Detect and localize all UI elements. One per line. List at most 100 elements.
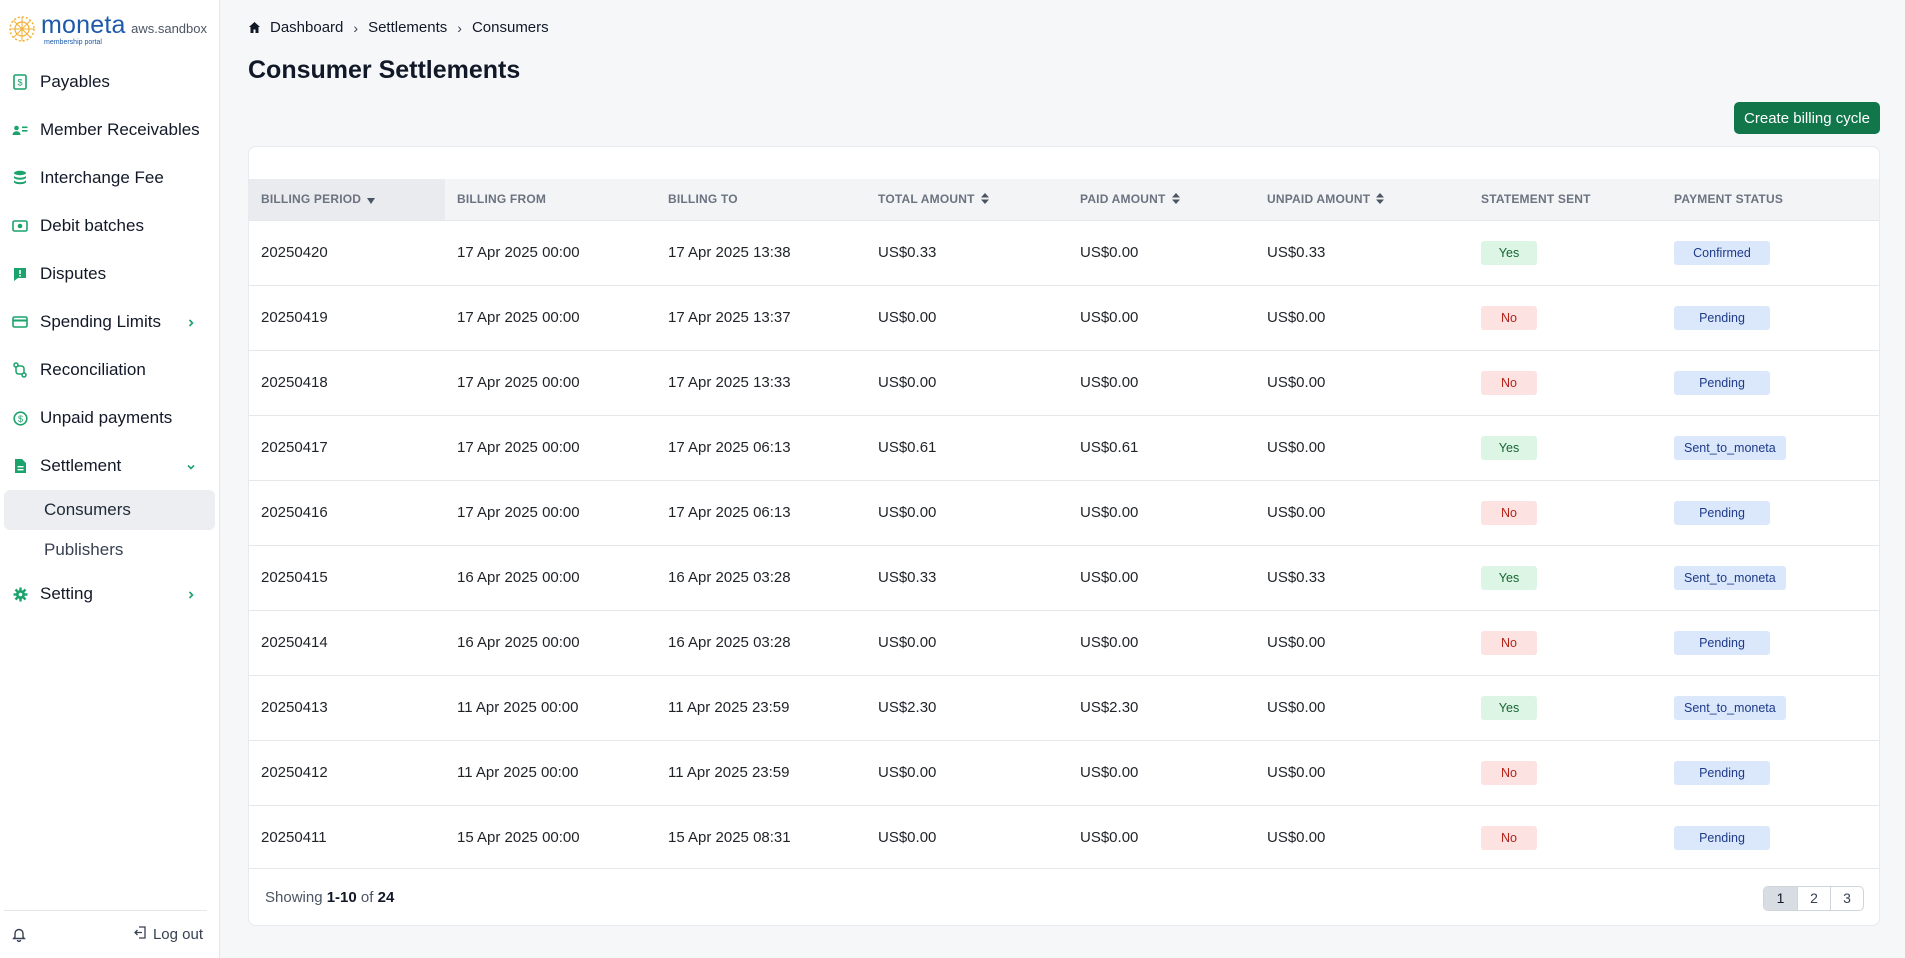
table-cell: 17 Apr 2025 06:13: [668, 439, 791, 456]
table-cell: 17 Apr 2025 13:33: [668, 374, 791, 391]
payment-status-cell: Pending: [1662, 610, 1879, 675]
column-header-paid-amount[interactable]: PAID AMOUNT: [1068, 179, 1255, 220]
table-footer: Showing 1-10 of 24 123: [249, 868, 1879, 925]
sidebar-item-member-receivables[interactable]: Member Receivables: [0, 106, 219, 154]
payment-status-cell: Sent_to_moneta: [1662, 675, 1879, 740]
sidebar-item-label: Interchange Fee: [40, 168, 164, 187]
table-row[interactable]: 20250419 17 Apr 2025 00:00 17 Apr 2025 13:…: [249, 285, 1879, 350]
table-row[interactable]: 20250415 16 Apr 2025 00:00 16 Apr 2025 03:…: [249, 545, 1879, 610]
table-cell: 15 Apr 2025 00:00: [457, 829, 580, 847]
column-header-billing-from: BILLING FROM: [457, 192, 547, 207]
sort-icon: [980, 192, 989, 207]
table-cell: 20250417: [261, 439, 328, 456]
svg-text:$: $: [17, 414, 22, 424]
table-row[interactable]: 20250417 17 Apr 2025 00:00 17 Apr 2025 06:…: [249, 415, 1879, 480]
sidebar-item-spending-limits[interactable]: Spending Limits: [0, 298, 219, 346]
sidebar-item-label: Disputes: [40, 264, 107, 283]
table-row[interactable]: 20250411 15 Apr 2025 00:00 15 Apr 2025 08:…: [249, 805, 1879, 870]
status-badge: Confirmed: [1674, 240, 1770, 265]
table-cell: US$0.00: [1080, 634, 1139, 651]
column-header-billing-to: BILLING TO: [668, 192, 738, 207]
table-cell: US$0.00: [1080, 244, 1139, 261]
sidebar-item-unpaid-payments[interactable]: $ Unpaid payments: [0, 394, 219, 442]
home-icon[interactable]: [248, 21, 261, 34]
table-cell: 20250419: [261, 309, 328, 326]
table-cell: US$0.00: [1267, 309, 1326, 326]
sidebar-item-debit-batches[interactable]: Debit batches: [0, 202, 219, 250]
page-button-1[interactable]: 1: [1764, 887, 1797, 910]
statement-sent-cell: Yes: [1469, 220, 1662, 285]
sidebar-item-label: Reconciliation: [40, 360, 146, 379]
members-icon: [12, 122, 28, 138]
table-row[interactable]: 20250414 16 Apr 2025 00:00 16 Apr 2025 03:…: [249, 610, 1879, 675]
sidebar-item-disputes[interactable]: Disputes: [0, 250, 219, 298]
table-cell: 17 Apr 2025 00:00: [457, 309, 580, 326]
breadcrumb: Dashboard › Settlements › Consumers: [248, 19, 549, 36]
sidebar-item-setting[interactable]: Setting: [0, 570, 219, 618]
brand-subtitle: membership portal: [44, 38, 102, 46]
statement-sent-cell: No: [1469, 285, 1662, 350]
table-cell: US$0.00: [878, 829, 937, 847]
statement-sent-cell: Yes: [1469, 415, 1662, 480]
breadcrumb-separator-icon: ›: [457, 19, 462, 36]
table-row[interactable]: 20250413 11 Apr 2025 00:00 11 Apr 2025 23:…: [249, 675, 1879, 740]
table-cell: US$0.00: [1267, 699, 1326, 716]
logout-label: Log out: [152, 926, 203, 943]
sidebar-subitem-consumers[interactable]: Consumers: [4, 490, 215, 530]
svg-text:$: $: [17, 78, 22, 88]
sidebar-subitem-publishers[interactable]: Publishers: [4, 530, 215, 570]
sidebar-nav-settings: Setting: [0, 570, 219, 618]
bell-icon[interactable]: [12, 927, 28, 943]
table-row[interactable]: 20250420 17 Apr 2025 00:00 17 Apr 2025 13:…: [249, 220, 1879, 285]
sidebar-item-payables[interactable]: $ Payables: [0, 58, 219, 106]
payment-status-cell: Pending: [1662, 740, 1879, 805]
statement-sent-badge: No: [1481, 630, 1537, 655]
table-row[interactable]: 20250418 17 Apr 2025 00:00 17 Apr 2025 13:…: [249, 350, 1879, 415]
payment-status-cell: Pending: [1662, 285, 1879, 350]
sidebar-footer: Log out: [4, 910, 207, 958]
invoice-icon: $: [12, 74, 28, 90]
status-badge: Pending: [1674, 630, 1770, 655]
alert-message-icon: [12, 266, 28, 282]
document-icon: [12, 458, 28, 474]
payment-status-cell: Pending: [1662, 480, 1879, 545]
column-header-total-amount[interactable]: TOTAL AMOUNT: [866, 179, 1068, 220]
environment-label: aws.sandbox: [131, 21, 207, 36]
sidebar-item-reconciliation[interactable]: Reconciliation: [0, 346, 219, 394]
table-cell: 20250413: [261, 699, 328, 716]
table-cell: 11 Apr 2025 23:59: [668, 764, 790, 781]
sidebar-item-interchange-fee[interactable]: Interchange Fee: [0, 154, 219, 202]
column-header-billing-period[interactable]: BILLING PERIOD: [249, 179, 445, 220]
table-cell: US$2.30: [1080, 699, 1139, 716]
status-badge: Pending: [1674, 370, 1770, 395]
pagination-summary: Showing 1-10 of 24: [265, 889, 395, 906]
logout-icon: [134, 926, 147, 943]
breadcrumb-settlements[interactable]: Settlements: [368, 19, 447, 36]
table-row[interactable]: 20250412 11 Apr 2025 00:00 11 Apr 2025 23:…: [249, 740, 1879, 805]
column-header-unpaid-amount[interactable]: UNPAID AMOUNT: [1255, 179, 1469, 220]
status-badge: Pending: [1674, 760, 1770, 785]
page-button-2[interactable]: 2: [1797, 887, 1830, 910]
page-button-3[interactable]: 3: [1830, 887, 1863, 910]
sidebar-item-label: Unpaid payments: [40, 408, 173, 427]
payment-status-cell: Pending: [1662, 350, 1879, 415]
dollar-circle-icon: $: [12, 410, 28, 426]
table-cell: 16 Apr 2025 00:00: [457, 634, 580, 651]
chevron-right-icon: [185, 316, 197, 328]
table-cell: 16 Apr 2025 03:28: [668, 569, 791, 586]
arrows-icon: [12, 362, 28, 378]
logout-button[interactable]: Log out: [134, 926, 203, 943]
table-cell: US$0.00: [1080, 309, 1139, 326]
breadcrumb-dashboard[interactable]: Dashboard: [270, 19, 343, 36]
sidebar-item-settlement[interactable]: Settlement: [0, 442, 219, 490]
page-title: Consumer Settlements: [248, 56, 521, 84]
table-row[interactable]: 20250416 17 Apr 2025 00:00 17 Apr 2025 06:…: [249, 480, 1879, 545]
payment-status-cell: Sent_to_moneta: [1662, 415, 1879, 480]
table-cell: 16 Apr 2025 03:28: [668, 634, 791, 651]
create-billing-cycle-button[interactable]: Create billing cycle: [1734, 102, 1880, 134]
table-cell: US$0.00: [1080, 764, 1139, 781]
statement-sent-badge: Yes: [1481, 695, 1537, 720]
table-body: 20250420 17 Apr 2025 00:00 17 Apr 2025 13:…: [249, 220, 1879, 870]
table-cell: US$0.00: [1267, 374, 1326, 391]
brand-name: moneta: [41, 10, 126, 39]
